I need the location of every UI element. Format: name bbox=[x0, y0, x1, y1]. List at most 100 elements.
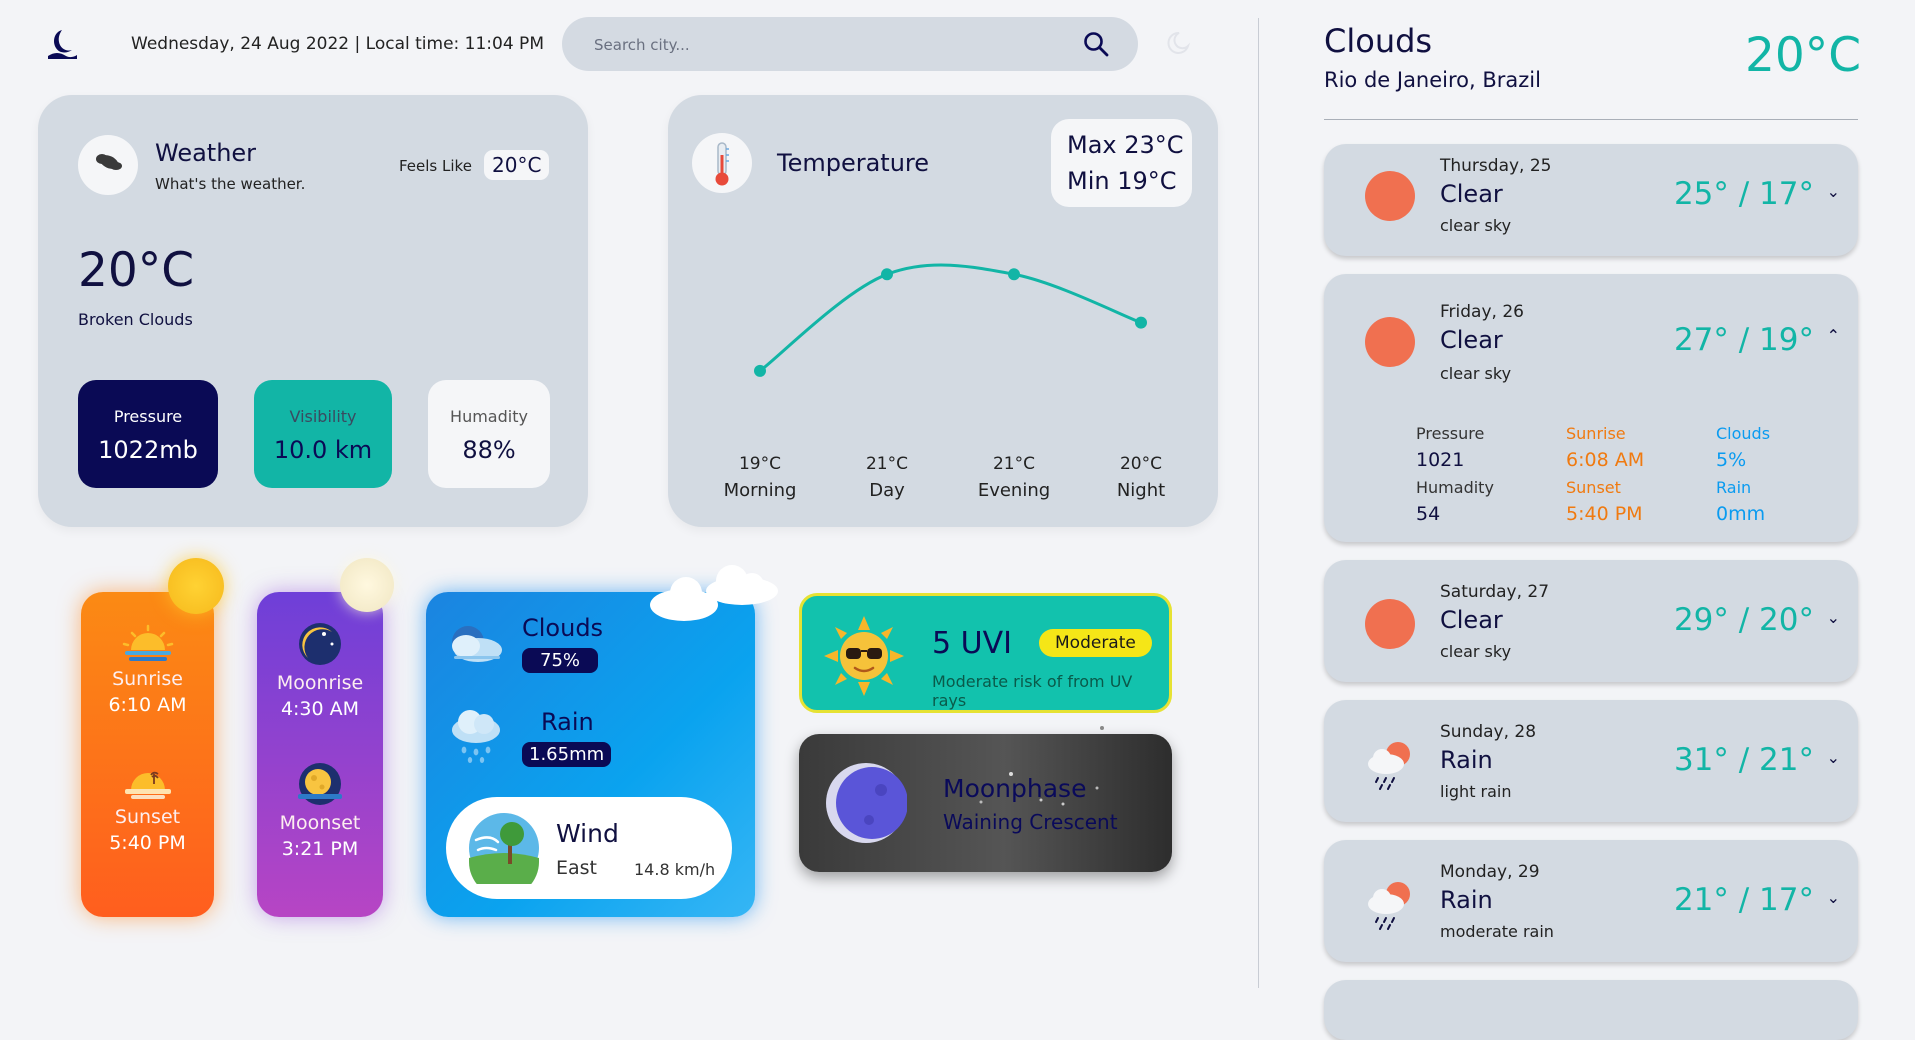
current-location: Rio de Janeiro, Brazil bbox=[1324, 68, 1541, 92]
pressure-tile: Pressure 1022mb bbox=[78, 380, 218, 488]
detail-rain-value: 0mm bbox=[1716, 503, 1766, 525]
moonrise-label: Moonrise bbox=[276, 672, 364, 694]
forecast-day: Friday, 26 bbox=[1440, 302, 1524, 322]
temperature-line bbox=[759, 263, 1142, 373]
thermometer-icon bbox=[715, 142, 729, 186]
forecast-description: clear sky bbox=[1440, 216, 1512, 235]
current-condition: Clouds bbox=[1324, 22, 1433, 60]
temperature-point bbox=[1135, 316, 1147, 329]
forecast-day: Thursday, 25 bbox=[1440, 156, 1552, 176]
temperature-value-label: 21°C bbox=[866, 454, 908, 474]
chevron-up-icon[interactable]: ⌃ bbox=[1827, 326, 1840, 345]
pressure-label: Pressure bbox=[113, 407, 183, 426]
forecast-temps: 21° / 17° bbox=[1673, 882, 1814, 918]
detail-sunrise: Sunrise 6:08 AM bbox=[1566, 424, 1644, 471]
forecast-card[interactable]: Sunday, 28 Rain light rain 31° / 21° ⌄ bbox=[1324, 700, 1858, 822]
search-icon[interactable] bbox=[1082, 30, 1110, 58]
forecast-description: clear sky bbox=[1440, 364, 1512, 383]
time-of-day-label: Evening bbox=[978, 480, 1050, 501]
moonset-block: Moonset 3:21 PM bbox=[257, 760, 383, 860]
forecast-day: Monday, 29 bbox=[1440, 862, 1540, 882]
time-of-day-label: Night bbox=[1117, 480, 1165, 501]
detail-pressure: Pressure 1021 bbox=[1416, 424, 1484, 471]
rain-label: Rain bbox=[541, 708, 594, 736]
forecast-temps: 29° / 20° bbox=[1673, 602, 1814, 638]
sun-icon bbox=[1365, 317, 1415, 367]
detail-humidity-label: Humadity bbox=[1416, 478, 1494, 497]
sunset-block: Sunset 5:40 PM bbox=[81, 762, 214, 854]
sunset-icon bbox=[124, 771, 171, 799]
forecast-card[interactable]: Monday, 29 Rain moderate rain 21° / 17° … bbox=[1324, 840, 1858, 962]
moon-phase-icon bbox=[826, 763, 907, 843]
broken-clouds-icon bbox=[96, 154, 122, 170]
uv-index-card: 5 UVI Moderate Moderate risk of from UV … bbox=[799, 593, 1172, 713]
rain-cloud-icon bbox=[1368, 742, 1410, 790]
search-bar bbox=[562, 17, 1138, 73]
weather-description: Broken Clouds bbox=[78, 310, 193, 329]
min-temperature: Min 19°C bbox=[1067, 167, 1177, 195]
detail-humidity-value: 54 bbox=[1416, 503, 1441, 525]
moon-decoration bbox=[340, 558, 394, 612]
moonrise-icon bbox=[299, 623, 341, 665]
panel-divider bbox=[1258, 18, 1259, 988]
temperature-value-label: 20°C bbox=[1120, 454, 1162, 474]
uv-level-badge: Moderate bbox=[1039, 629, 1152, 657]
sun-decoration bbox=[168, 558, 224, 614]
clouds-label: Clouds bbox=[522, 614, 604, 642]
detail-pressure-label: Pressure bbox=[1416, 424, 1485, 443]
app-logo-icon[interactable] bbox=[44, 26, 80, 62]
cloud-decoration-icon bbox=[650, 565, 778, 621]
forecast-day: Saturday, 27 bbox=[1440, 582, 1550, 602]
forecast-condition: Rain bbox=[1440, 886, 1493, 914]
wind-label: Wind bbox=[556, 819, 619, 848]
detail-sunset-label: Sunset bbox=[1566, 478, 1621, 497]
detail-sunset-value: 5:40 PM bbox=[1566, 503, 1643, 525]
forecast-card[interactable]: Saturday, 27 Clear clear sky 29° / 20° ⌄ bbox=[1324, 560, 1858, 682]
rain-value: 1.65mm bbox=[522, 742, 612, 767]
detail-sunset: Sunset 5:40 PM bbox=[1566, 478, 1643, 525]
sunset-label: Sunset bbox=[114, 806, 181, 828]
sun-sunglasses-icon bbox=[824, 616, 904, 696]
forecast-description: moderate rain bbox=[1440, 922, 1554, 941]
forecast-condition: Clear bbox=[1440, 180, 1503, 208]
moonset-label: Moonset bbox=[279, 812, 361, 834]
detail-sunrise-value: 6:08 AM bbox=[1566, 449, 1645, 471]
chevron-down-icon[interactable]: ⌄ bbox=[1827, 608, 1840, 627]
wind-speed: 14.8 km/h bbox=[634, 860, 716, 879]
forecast-card-partial[interactable] bbox=[1324, 980, 1858, 1040]
visibility-tile: Visibility 10.0 km bbox=[254, 380, 392, 488]
star-dot bbox=[1100, 726, 1104, 730]
temperature-value-label: 19°C bbox=[739, 454, 781, 474]
sun-icon bbox=[1365, 599, 1415, 649]
moonphase-card: Moonphase Waining Crescent bbox=[799, 734, 1172, 872]
clouds-icon bbox=[452, 626, 502, 662]
wind-icon bbox=[469, 813, 539, 884]
moonset-icon bbox=[298, 763, 342, 805]
temperature-point bbox=[881, 268, 893, 281]
weather-icon-circle bbox=[78, 135, 138, 195]
forecast-temps: 25° / 17° bbox=[1673, 176, 1814, 212]
forecast-description: clear sky bbox=[1440, 642, 1512, 661]
sunrise-icon bbox=[122, 624, 173, 661]
chevron-down-icon[interactable]: ⌄ bbox=[1827, 748, 1840, 767]
forecast-day: Sunday, 28 bbox=[1440, 722, 1537, 742]
max-temperature: Max 23°C bbox=[1067, 131, 1184, 159]
moonrise-block: Moonrise 4:30 AM bbox=[257, 620, 383, 720]
sunrise-block: Sunrise 6:10 AM bbox=[81, 624, 214, 716]
forecast-card-expanded[interactable]: Friday, 26 Clear clear sky 27° / 19° ⌃ P… bbox=[1324, 274, 1858, 542]
current-temperature: 20°C bbox=[78, 243, 195, 298]
temperature-title: Temperature bbox=[777, 149, 930, 177]
temperature-point bbox=[1008, 268, 1020, 281]
weather-card: Weather What's the weather. Feels Like 2… bbox=[38, 95, 588, 527]
sunset-time: 5:40 PM bbox=[109, 832, 186, 854]
time-of-day-label: Day bbox=[869, 480, 905, 501]
chevron-down-icon[interactable]: ⌄ bbox=[1827, 182, 1840, 201]
temperature-card: 19°C Morning 21°C Day 21°C Evening 20°C Night T… bbox=[668, 95, 1218, 527]
forecast-card[interactable]: Thursday, 25 Clear clear sky 25° / 17° ⌄ bbox=[1324, 144, 1858, 256]
forecast-condition: Rain bbox=[1440, 746, 1493, 774]
time-of-day-label: Morning bbox=[724, 480, 797, 501]
search-input[interactable] bbox=[592, 17, 1056, 73]
chevron-down-icon[interactable]: ⌄ bbox=[1827, 888, 1840, 907]
theme-toggle-icon[interactable] bbox=[1165, 30, 1191, 56]
wind-pill: Wind East 14.8 km/h bbox=[446, 797, 732, 899]
